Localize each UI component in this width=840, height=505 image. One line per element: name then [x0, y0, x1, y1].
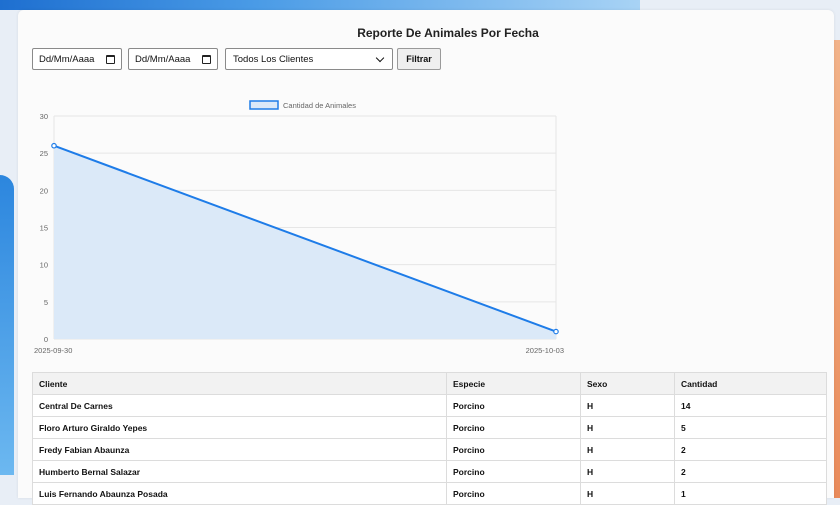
column-header: Sexo [580, 372, 675, 395]
table-cell: Fredy Fabian Abaunza [32, 438, 447, 461]
table-header-row: Cliente Especie Sexo Cantidad [32, 372, 827, 395]
series-area [54, 145, 556, 339]
legend-label: Cantidad de Animales [283, 101, 356, 110]
page-title: Reporte De Animales Por Fecha [357, 26, 539, 40]
table-cell: Central De Carnes [32, 394, 447, 417]
calendar-icon[interactable] [106, 54, 115, 64]
table-cell: H [580, 416, 675, 439]
table-cell: Floro Arturo Giraldo Yepes [32, 416, 447, 439]
table-cell: H [580, 482, 675, 505]
table-cell: Porcino [446, 394, 581, 417]
date-to-placeholder: Dd/Mm/Aaaa [135, 53, 191, 65]
report-card: Reporte De Animales Por Fecha Dd/Mm/Aaaa… [18, 10, 834, 505]
date-from-placeholder: Dd/Mm/Aaaa [39, 53, 95, 65]
date-to-input[interactable]: Dd/Mm/Aaaa [128, 48, 218, 70]
data-point [553, 328, 559, 335]
table-cell: 2 [674, 460, 827, 483]
x-tick-label: 2025-10-03 [526, 346, 564, 355]
background-band-top [0, 0, 640, 10]
date-from-input[interactable]: Dd/Mm/Aaaa [32, 48, 122, 70]
table-row: Floro Arturo Giraldo Yepes Porcino H 5 [32, 416, 827, 439]
column-header: Especie [446, 372, 581, 395]
table-cell: 1 [674, 482, 827, 505]
animals-chart: 0 5 10 15 20 25 30 2025-09-30 2025-10-03 Cantidad… [34, 100, 564, 355]
background-band-right [834, 40, 840, 498]
table-cell: H [580, 460, 675, 483]
y-tick-label: 15 [40, 224, 48, 233]
table-cell: Porcino [446, 416, 581, 439]
column-header: Cliente [32, 372, 447, 395]
filter-button[interactable]: Filtrar [397, 48, 441, 70]
data-point [51, 142, 57, 149]
table-cell: H [580, 438, 675, 461]
y-tick-label: 10 [40, 261, 48, 270]
table-cell: Porcino [446, 438, 581, 461]
table-row: Central De Carnes Porcino H 14 [32, 394, 827, 417]
table-cell: Humberto Bernal Salazar [32, 460, 447, 483]
y-tick-label: 25 [40, 149, 48, 158]
client-select[interactable]: Todos Los Clientes [225, 48, 393, 70]
table-cell: Porcino [446, 482, 581, 505]
table-row: Humberto Bernal Salazar Porcino H 2 [32, 460, 827, 483]
table-row: Luis Fernando Abaunza Posada Porcino H 1 [32, 482, 827, 505]
legend-swatch [249, 100, 279, 110]
animals-table: Cliente Especie Sexo Cantidad Central De Ca… [32, 372, 827, 505]
table-cell: 14 [674, 394, 827, 417]
y-tick-label: 5 [44, 298, 48, 307]
chevron-down-icon [375, 53, 385, 62]
y-tick-label: 30 [40, 112, 48, 121]
table-cell: Luis Fernando Abaunza Posada [32, 482, 447, 505]
table-cell: 5 [674, 416, 827, 439]
x-tick-label: 2025-09-30 [34, 346, 72, 355]
table-row: Fredy Fabian Abaunza Porcino H 2 [32, 438, 827, 461]
table-cell: H [580, 394, 675, 417]
client-select-value: Todos Los Clientes [233, 53, 314, 65]
column-header: Cantidad [674, 372, 827, 395]
y-tick-label: 0 [44, 335, 48, 344]
calendar-icon[interactable] [202, 54, 211, 64]
table-cell: Porcino [446, 460, 581, 483]
background-band-left [0, 175, 14, 475]
y-tick-label: 20 [40, 186, 48, 195]
table-cell: 2 [674, 438, 827, 461]
